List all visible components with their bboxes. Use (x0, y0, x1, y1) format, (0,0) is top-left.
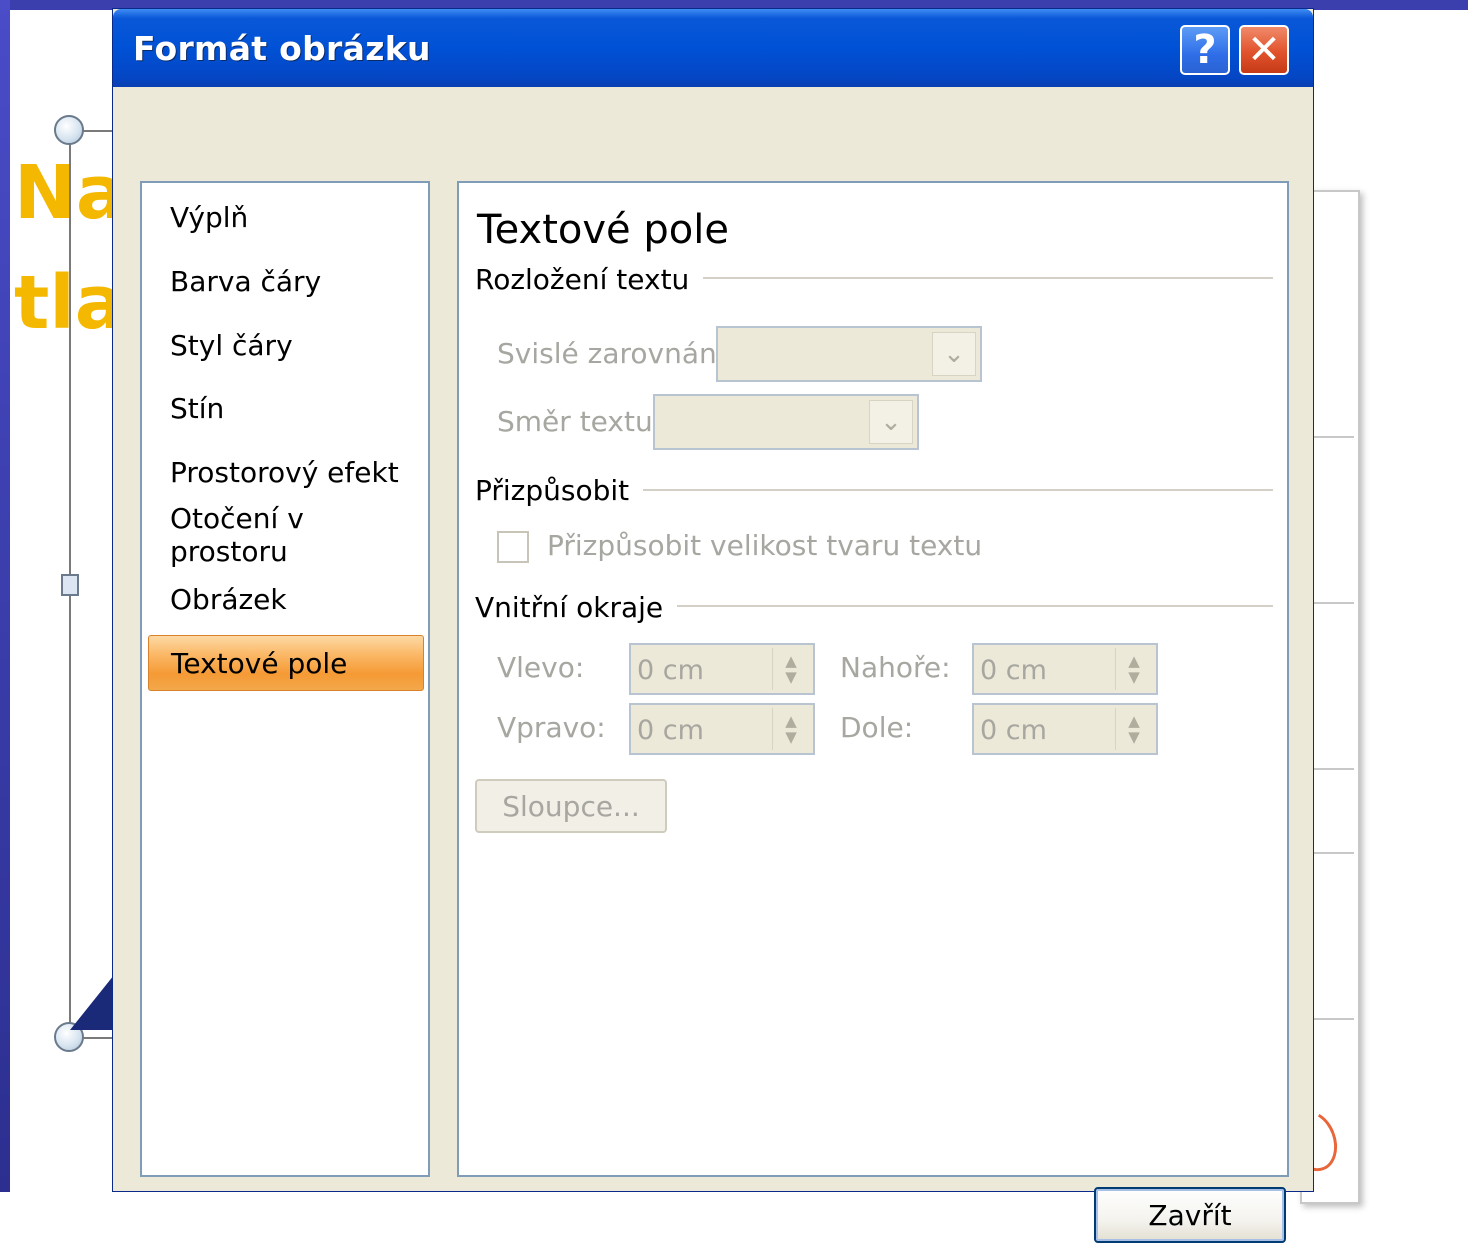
section-divider (627, 489, 1273, 491)
resize-handle-top-left[interactable] (54, 115, 84, 145)
slide-left-band (0, 0, 10, 1192)
nav-item-label: Výplň (170, 200, 249, 234)
autofit-checkbox[interactable] (497, 531, 529, 563)
nav-item-3d-format[interactable]: Prostorový efekt (148, 444, 424, 500)
spin-up-down-icon[interactable]: ▲ ▼ (772, 648, 809, 690)
category-list: Výplň Barva čáry Styl čáry Stín Prostoro… (140, 181, 430, 1177)
blue-shape-corner (70, 970, 118, 1030)
nav-item-label: Styl čáry (170, 328, 293, 362)
panel-heading: Textové pole (477, 207, 729, 253)
chevron-down-icon[interactable]: ⌄ (869, 400, 913, 444)
nav-item-label: Barva čáry (170, 264, 322, 298)
nav-item-shadow[interactable]: Stín (148, 380, 424, 436)
section-divider (655, 605, 1273, 607)
spin-up-down-icon[interactable]: ▲ ▼ (772, 708, 809, 750)
margin-left-spinner[interactable]: 0 cm ▲ ▼ (629, 643, 815, 695)
dialog-title: Formát obrázku (133, 29, 431, 68)
margin-left-label: Vlevo: (497, 651, 585, 684)
nav-item-label: Otočení v prostoru (170, 502, 304, 568)
margin-bottom-label: Dole: (840, 711, 914, 744)
help-icon: ? (1193, 27, 1217, 73)
close-icon: ✕ (1247, 27, 1281, 73)
margin-top-label: Nahoře: (840, 651, 951, 684)
spinner-value: 0 cm (980, 655, 1047, 686)
chevron-down-icon[interactable]: ⌄ (932, 332, 976, 376)
section-heading-autofit: Přizpůsobit (475, 474, 644, 507)
columns-button[interactable]: Sloupce... (475, 779, 667, 833)
text-direction-label: Směr textu: (497, 405, 663, 438)
close-button[interactable]: Zavřít (1094, 1187, 1286, 1243)
format-picture-dialog: Formát obrázku ? ✕ Výplň Barva čáry Styl… (112, 8, 1314, 1243)
nav-item-label: Textové pole (171, 646, 348, 680)
nav-item-picture[interactable]: Obrázek (148, 571, 424, 627)
help-button[interactable]: ? (1180, 25, 1230, 75)
margin-right-spinner[interactable]: 0 cm ▲ ▼ (629, 703, 815, 755)
vertical-alignment-dropdown[interactable]: ⌄ (716, 326, 982, 382)
section-divider (685, 277, 1273, 279)
nav-item-3d-rotation[interactable]: Otočení v prostoru (148, 502, 424, 568)
nav-item-label: Obrázek (170, 582, 287, 616)
nav-item-label: Prostorový efekt (170, 455, 399, 489)
nav-item-text-box[interactable]: Textové pole (148, 635, 424, 691)
margin-top-spinner[interactable]: 0 cm ▲ ▼ (972, 643, 1158, 695)
section-heading-text-layout: Rozložení textu (475, 263, 704, 296)
spin-up-down-icon[interactable]: ▲ ▼ (1115, 708, 1152, 750)
text-direction-dropdown[interactable]: ⌄ (653, 394, 919, 450)
dialog-body: Výplň Barva čáry Styl čáry Stín Prostoro… (117, 87, 1309, 1243)
spinner-value: 0 cm (637, 655, 704, 686)
margin-right-label: Vpravo: (497, 711, 606, 744)
nav-item-fill[interactable]: Výplň (148, 189, 424, 245)
dialog-titlebar[interactable]: Formát obrázku ? ✕ (113, 9, 1313, 87)
margin-bottom-spinner[interactable]: 0 cm ▲ ▼ (972, 703, 1158, 755)
section-heading-internal-margins: Vnitřní okraje (475, 591, 678, 624)
spinner-value: 0 cm (980, 715, 1047, 746)
resize-handle-left[interactable] (61, 574, 79, 596)
settings-panel: Textové pole Rozložení textu Svislé zaro… (457, 181, 1289, 1177)
close-window-button[interactable]: ✕ (1239, 25, 1289, 75)
autofit-checkbox-label: Přizpůsobit velikost tvaru textu (547, 529, 983, 562)
spinner-value: 0 cm (637, 715, 704, 746)
vertical-alignment-label: Svislé zarovnání: (497, 337, 734, 370)
nav-item-label: Stín (170, 391, 225, 425)
nav-item-line-color[interactable]: Barva čáry (148, 253, 424, 309)
spin-up-down-icon[interactable]: ▲ ▼ (1115, 648, 1152, 690)
nav-item-line-style[interactable]: Styl čáry (148, 317, 424, 373)
